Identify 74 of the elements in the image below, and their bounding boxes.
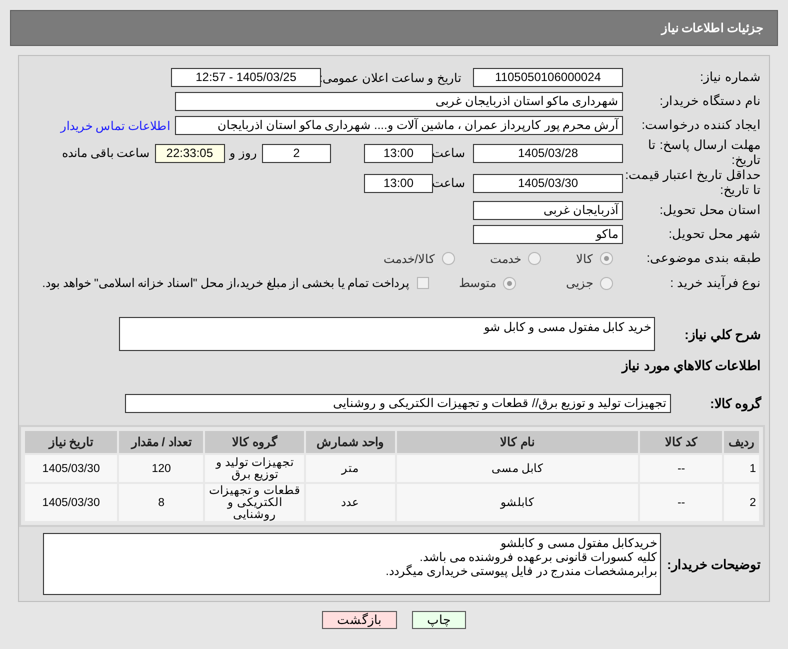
text-line: خریدکابل مفتول مسی و کابلشو <box>499 536 657 550</box>
print-button[interactable]: چاپ <box>412 611 466 629</box>
page-title: جزئیات اطلاعات نیاز <box>661 20 763 37</box>
field-label: شهر محل تحویل: <box>668 227 761 242</box>
radio-button[interactable] <box>442 252 455 265</box>
field-value: خرید کابل مفتول مسی و کابل شو <box>484 320 651 334</box>
field-label: استان محل تحویل: <box>658 203 761 218</box>
field-label: طبقه بندی موضوعی: <box>646 251 761 266</box>
checkbox[interactable] <box>417 277 429 289</box>
field-label: خدمت <box>490 250 521 268</box>
field-label: مهلت ارسال پاسخ: تا تاریخ: <box>647 138 761 168</box>
text-area[interactable]: خریدکابل مفتول مسی و کابلشو کلیه کسورات قانونی برعهده فروشنده می باشد. برابرمشخصات مندرج در فایل پیوستی خریداری میگردد. <box>43 533 661 595</box>
text-field[interactable]: 2 <box>262 144 331 162</box>
back-button[interactable]: بازگشت <box>322 611 397 629</box>
text-field[interactable]: 1105050106000024 <box>473 68 623 87</box>
table-cell: -- <box>640 455 722 482</box>
text-field[interactable]: تجهیزات تولید و توزیع برق// قطعات و تجهیزات الکتریکی و روشنایی <box>125 394 671 413</box>
field-label: شماره نیاز: <box>699 70 761 85</box>
field-label: نام دستگاه خریدار: <box>658 94 761 109</box>
field-label: جزیی <box>566 275 593 292</box>
text-field[interactable]: 13:00 <box>364 174 433 192</box>
column-header: ردیف <box>724 431 759 453</box>
text-field[interactable]: 1405/03/28 <box>473 144 623 162</box>
field-label: نوع فرآیند خرید : <box>669 276 761 290</box>
table-cell: 1405/03/30 <box>25 484 118 521</box>
table-cell: 1 <box>724 455 759 482</box>
column-header: واحد شمارش <box>306 431 394 453</box>
table-cell: -- <box>640 484 722 521</box>
column-header: گروه کالا <box>205 431 304 453</box>
text-field[interactable]: آذربایجان غربی <box>473 201 623 220</box>
column-header: تاریخ نیاز <box>25 431 118 453</box>
table-cell: قطعات و تجهیزات الکتریکی و روشنایی <box>205 484 304 521</box>
contact-link[interactable]: اطلاعات تماس خریدار <box>60 116 170 134</box>
text-area[interactable]: خرید کابل مفتول مسی و کابل شو <box>119 317 655 351</box>
field-label: حداقل تاریخ اعتبار قیمت: تا تاریخ: <box>624 168 761 198</box>
text-line: کلیه کسورات قانونی برعهده فروشنده می باشد. <box>418 550 657 564</box>
text-field[interactable]: 22:33:05 <box>154 144 225 162</box>
field-label: متوسط <box>459 275 496 292</box>
field-label: شرح کلي نياز: <box>683 326 761 342</box>
column-header: نام کالا <box>396 431 638 453</box>
field-label: اطلاعات کالاهاي مورد نياز <box>620 358 761 372</box>
field-label: پرداخت تمام یا بخشی از مبلغ خرید،از محل "اسناد خزانه اسلامی" خواهد بود. <box>42 275 409 292</box>
table-cell: کابل مسی <box>396 455 638 482</box>
table-cell: تجهیزات تولید و توزیع برق <box>205 455 304 482</box>
table-cell: 8 <box>119 484 204 521</box>
field-label: تاریخ و ساعت اعلان عمومی: <box>323 70 461 86</box>
text-field[interactable]: 1405/03/25 - 12:57 <box>171 68 321 87</box>
radio-button[interactable] <box>528 252 541 265</box>
text-field[interactable]: ماکو <box>473 225 623 244</box>
field-label: ساعت <box>433 145 465 162</box>
table-cell: متر <box>306 455 394 482</box>
table-cell: 1405/03/30 <box>25 455 118 482</box>
text-field[interactable]: 1405/03/30 <box>473 174 623 192</box>
radio-button[interactable] <box>600 276 613 290</box>
text-line: برابرمشخصات مندرج در فایل پیوستی خریداری میگردد. <box>384 564 657 578</box>
field-label: ساعت <box>433 175 465 192</box>
field-label: روز و <box>230 145 257 162</box>
field-label: توضیحات خریدار: <box>666 556 761 572</box>
table-cell: 120 <box>119 455 204 482</box>
column-header: تعداد / مقدار <box>119 431 204 453</box>
field-label: کالا <box>576 250 593 268</box>
table-cell: کابلشو <box>396 484 638 521</box>
text-field[interactable]: 13:00 <box>364 144 433 162</box>
field-label: گروه کالا: <box>709 396 761 411</box>
table-cell: عدد <box>306 484 394 521</box>
table-cell: 2 <box>724 484 759 521</box>
text-field[interactable]: شهرداری ماکو استان اذربایجان غربی <box>175 92 623 111</box>
radio-button[interactable] <box>600 252 613 265</box>
column-header: کد کالا <box>640 431 722 453</box>
text-field[interactable]: آرش محرم پور کارپرداز عمران ، ماشین آلات و.... شهرداری ماکو استان اذربایجان <box>175 116 623 135</box>
field-label: کالا/خدمت <box>384 250 435 268</box>
radio-button[interactable] <box>503 276 516 290</box>
field-label: ساعت باقی مانده <box>62 145 150 162</box>
field-label: ایجاد کننده درخواست: <box>640 118 761 133</box>
